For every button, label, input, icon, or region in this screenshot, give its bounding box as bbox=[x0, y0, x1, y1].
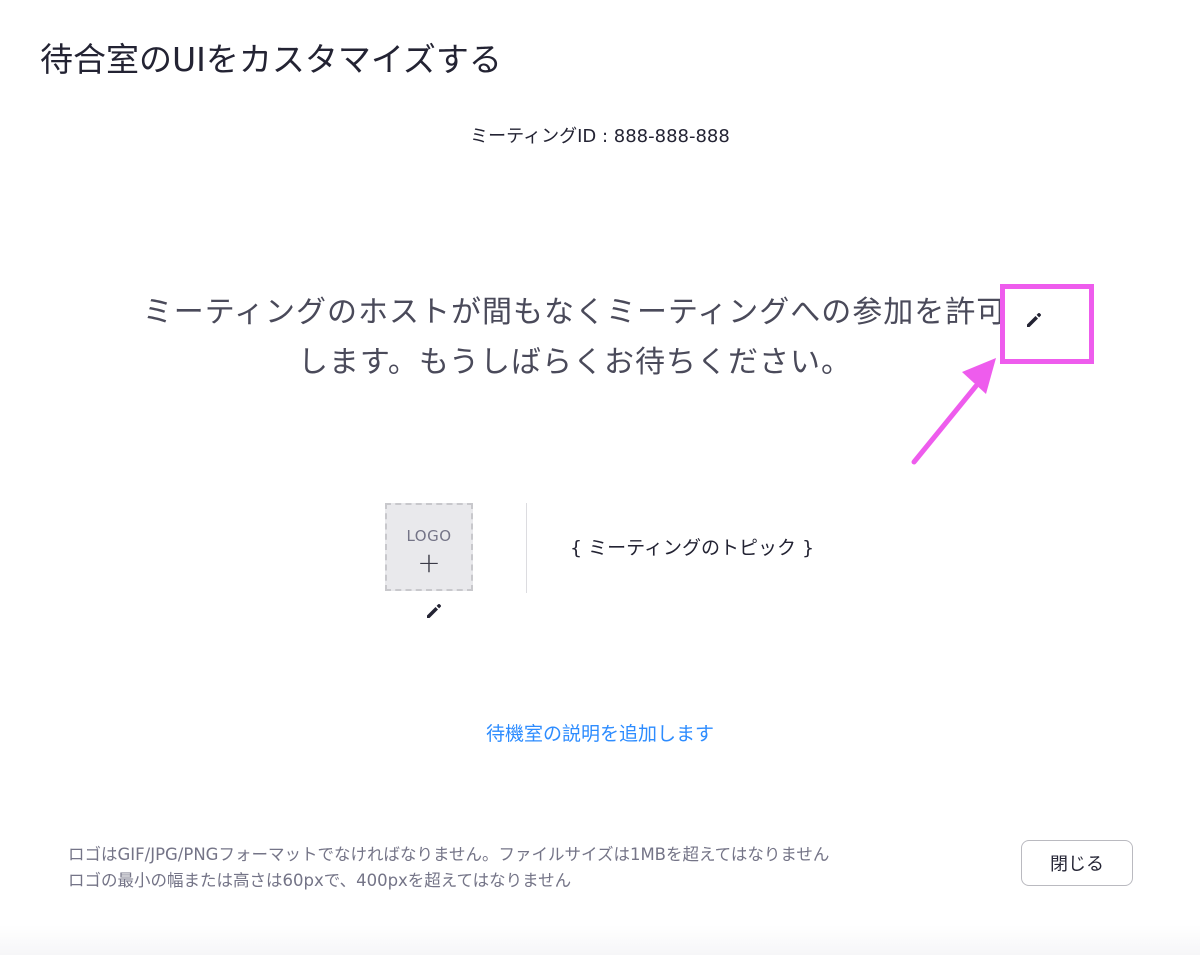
annotation-highlight-box bbox=[1000, 284, 1094, 364]
vertical-divider bbox=[526, 503, 527, 593]
logo-requirements-note: ロゴはGIF/JPG/PNGフォーマットでなければなりません。ファイルサイズは1… bbox=[68, 842, 829, 894]
waiting-room-customize-dialog: 待合室のUIをカスタマイズする ミーティングID : 888-888-888 ミ… bbox=[0, 0, 1200, 955]
plus-icon: + bbox=[417, 546, 441, 579]
logo-requirements-line-2: ロゴの最小の幅または高さは60pxで、400pxを超えてはなりません bbox=[68, 871, 572, 890]
logo-label: LOGO bbox=[406, 527, 452, 545]
add-description-link[interactable]: 待機室の説明を追加します bbox=[0, 720, 1200, 748]
pencil-icon bbox=[427, 603, 442, 618]
close-button[interactable]: 閉じる bbox=[1021, 840, 1133, 886]
logo-upload-box[interactable]: LOGO + bbox=[385, 503, 473, 591]
page-title: 待合室のUIをカスタマイズする bbox=[40, 40, 502, 79]
meeting-id-label: ミーティングID : 888-888-888 bbox=[470, 126, 730, 147]
bottom-edge bbox=[0, 925, 1200, 955]
waiting-message-text: ミーティングのホストが間もなくミーティングへの参加を許可します。もうしばらくお待… bbox=[142, 295, 1008, 380]
edit-logo-button[interactable] bbox=[421, 598, 447, 624]
logo-requirements-line-1: ロゴはGIF/JPG/PNGフォーマットでなければなりません。ファイルサイズは1… bbox=[68, 845, 830, 864]
meeting-topic-placeholder: { ミーティングのトピック } bbox=[570, 537, 815, 559]
